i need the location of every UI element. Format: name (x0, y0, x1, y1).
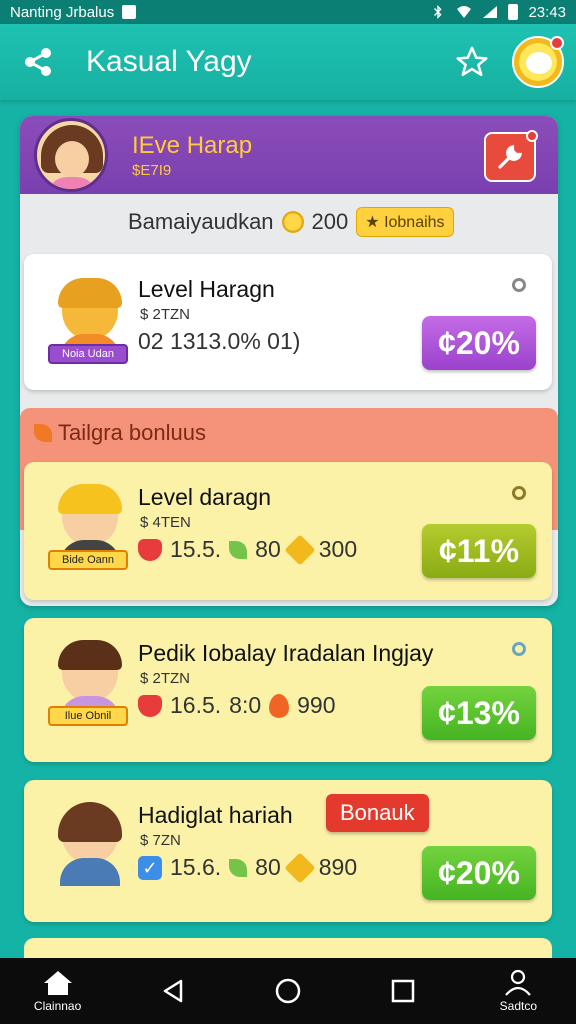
list-item[interactable]: Hadiglat hariah Bonauk $ 7ZN ✓ 15.6. 80 … (24, 780, 552, 922)
stat-value-b: 8:0 (229, 692, 262, 718)
card-code: $ 4TEN (140, 514, 191, 531)
balance-value: 200 (311, 209, 349, 234)
gem-icon (284, 851, 316, 884)
section-header: Tailgra bonluus (34, 420, 206, 446)
check-icon: ✓ (138, 855, 162, 880)
nav-recents[interactable] (358, 977, 448, 1005)
card-code: $ 2TZN (140, 306, 191, 323)
avatar-tag: Noia Udan (48, 344, 128, 364)
coin-icon (281, 211, 304, 233)
balance-label: Bamaiyaudkan (128, 209, 274, 234)
nav-home-circle[interactable] (243, 976, 333, 1006)
flame-icon (269, 693, 290, 718)
boy-avatar: Ilue Obnil (48, 638, 132, 728)
leaf-icon (229, 858, 248, 877)
star-icon (456, 46, 488, 77)
balance-row: Bamaiyaudkan 200 ★ Iobnaihs (20, 194, 558, 250)
card-stats: 15.5. 80 300 (138, 533, 358, 566)
share-icon (25, 48, 51, 76)
app-bar: Kasual Yagy (0, 24, 576, 100)
stat-value-2: 300 (318, 536, 358, 562)
duck-avatar: Noia Udan (48, 276, 132, 366)
percent-button[interactable]: ¢11% (422, 524, 536, 578)
heart-icon (138, 694, 162, 717)
square-icon (391, 979, 415, 1003)
nav-home-label: Clainnao (33, 999, 82, 1013)
heart-icon (138, 538, 162, 561)
status-dot (512, 642, 526, 656)
card-code: $ 2TZN (140, 670, 191, 687)
status-bar: Nanting Jrbalus 23:43 (0, 0, 576, 24)
nav-home[interactable]: Clainnao (13, 969, 103, 1013)
boy-avatar: Bide Oann (48, 482, 132, 572)
stat-value-b: 80 (255, 536, 281, 562)
nav-profile-label: Sadtco (499, 999, 538, 1013)
sim-icon (122, 5, 137, 19)
list-item[interactable]: Noia Udan Level Haragn $ 2TZN 02 1313.0%… (24, 254, 552, 390)
wifi-icon (457, 6, 472, 18)
bonus-chip[interactable]: ★ Iobnaihs (356, 207, 454, 237)
back-icon (163, 979, 183, 1003)
profile-id: $E7I9 (132, 161, 172, 179)
avatar-tag: Bide Oann (48, 550, 128, 570)
stat-value: 15.6. (170, 854, 222, 880)
section-title: Tailgra bonluus (58, 420, 206, 445)
share-button[interactable] (16, 40, 60, 84)
clock-text: 23:43 (528, 3, 566, 21)
stat-value: 15.5. (170, 536, 222, 562)
tools-button[interactable] (484, 130, 538, 182)
signal-icon (483, 6, 498, 18)
list-item[interactable]: Bide Oann Level daragn $ 4TEN 15.5. 80 3… (24, 462, 552, 600)
nav-profile[interactable]: Sadtco (473, 969, 563, 1013)
status-dot (512, 486, 526, 500)
percent-button[interactable]: ¢20% (422, 316, 536, 370)
stat-value: 16.5. (170, 692, 222, 718)
person-icon (505, 969, 532, 996)
status-dot (512, 278, 526, 292)
list-item[interactable]: Ilue Obnil Pedik Iobalay Iradalan Ingjay… (24, 618, 552, 762)
notification-badge (550, 36, 564, 50)
stat-value-2: 990 (297, 692, 336, 718)
battery-icon (508, 4, 519, 20)
leaf-icon (34, 424, 52, 442)
avatar-face (526, 52, 552, 74)
nav-back[interactable] (128, 977, 218, 1005)
card-title: Hadiglat hariah (138, 802, 293, 828)
avatar-tag: Ilue Obnil (48, 706, 128, 726)
user-avatar[interactable] (512, 36, 564, 88)
gem-icon (284, 533, 316, 566)
bonus-badge[interactable]: Bonauk (326, 794, 429, 832)
favorite-button[interactable] (450, 40, 494, 84)
bluetooth-icon (434, 5, 443, 19)
tools-badge (526, 130, 538, 142)
stats-text: 02 1313.0% 01) (138, 328, 301, 354)
carrier-text: Nanting Jrbalus (10, 3, 115, 21)
leaf-icon (229, 540, 248, 559)
profile-avatar[interactable] (34, 118, 108, 192)
navigation-bar: Clainnao Sadtco (0, 958, 576, 1024)
home-icon (43, 971, 72, 995)
app-title: Kasual Yagy (86, 45, 252, 78)
card-title: Pedik Iobalay Iradalan Ingjay (138, 640, 434, 666)
card-stats: ✓ 15.6. 80 890 (138, 851, 358, 884)
circle-icon (275, 978, 301, 1004)
profile-name: IEve Harap (132, 131, 253, 159)
percent-button[interactable]: ¢13% (422, 686, 536, 740)
percent-button[interactable]: ¢20% (422, 846, 536, 900)
profile-header: IEve Harap $E7I9 (20, 116, 558, 194)
card-stats: 16.5. 8:0 990 (138, 692, 336, 719)
card-stats: 02 1313.0% 01) (138, 328, 300, 355)
bonus-chip-label: Iobnaihs (384, 214, 445, 231)
stat-value-b: 80 (255, 854, 281, 880)
wrench-icon (498, 144, 523, 169)
card-title: Level daragn (138, 484, 271, 510)
stat-value-2: 890 (318, 854, 358, 880)
card-title: Level Haragn (138, 276, 275, 302)
card-code: $ 7ZN (140, 832, 181, 849)
girl-avatar (48, 800, 132, 890)
